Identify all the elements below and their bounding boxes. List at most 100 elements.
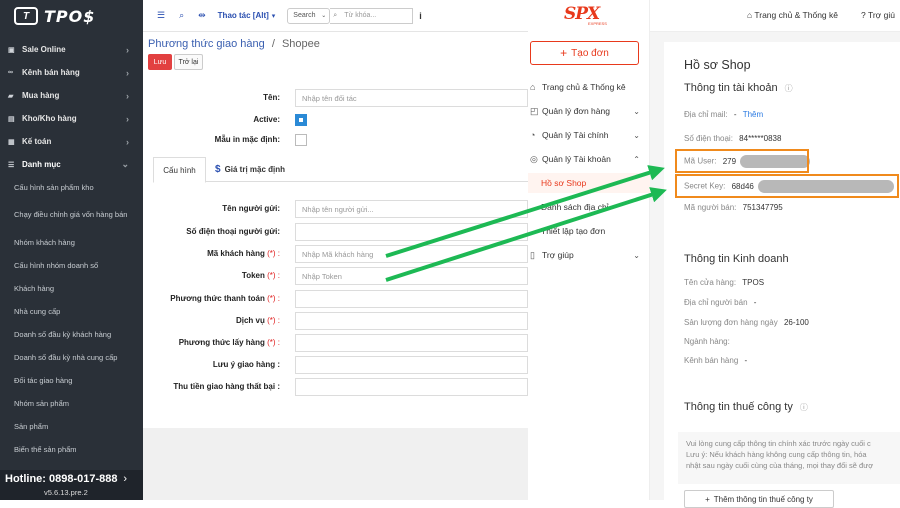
tpos-footer: Hotline: 0898-017-888 › v5.6.13.pre.2 — [0, 470, 143, 500]
back-button[interactable]: Trở lại — [174, 54, 203, 70]
submenu-item[interactable]: Doanh số đầu kỳ nhà cung cấp — [0, 346, 143, 369]
delivery-note-select[interactable] — [295, 356, 528, 374]
customer-code-label: Mã khách hàng (*) : — [207, 245, 280, 263]
customer-code-input[interactable]: Nhập Mã khách hàng — [295, 245, 528, 263]
payment-method-select[interactable] — [295, 290, 528, 308]
home-stats-link[interactable]: ⌂ Trang chủ & Thống kê — [747, 10, 838, 20]
chevron-right-icon[interactable]: › — [123, 473, 127, 485]
business-section-title: Thông tin Kinh doanh — [684, 253, 789, 265]
submenu-item[interactable]: Đối tác giao hàng — [0, 369, 143, 392]
required-mark: (*) : — [267, 271, 280, 280]
search-type-select[interactable]: Search ⌄ — [287, 7, 331, 24]
search-icon[interactable]: ⌕ — [179, 10, 184, 21]
form-row-active: Active: — [143, 111, 528, 129]
info-icon[interactable]: i — [419, 11, 422, 21]
required-mark: (*) : — [267, 294, 280, 303]
submenu-item[interactable]: Cấu hình sản phẩm kho — [0, 176, 143, 199]
tab-default-label: Giá trị mặc định — [224, 165, 286, 174]
menu-item-sales-channel[interactable]: ∞ Kênh bán hàng › — [0, 61, 143, 84]
caret-down-icon[interactable]: ▾ — [272, 12, 276, 20]
sender-name-label: Tên người gửi: — [222, 204, 280, 213]
tab-config[interactable]: Cấu hình — [153, 157, 206, 183]
customer-code-placeholder: Nhập Mã khách hàng — [302, 249, 374, 259]
industry-field: Ngành hàng: — [684, 337, 730, 346]
plus-icon: + — [705, 494, 710, 504]
create-order-button[interactable]: + Tạo đơn — [530, 41, 639, 65]
menu-item-warehouse[interactable]: ▤ Kho/Kho hàng › — [0, 107, 143, 130]
submenu-item[interactable]: Khách hàng — [0, 277, 143, 300]
truck-icon: ▰ — [8, 92, 14, 100]
name-label: Tên: — [263, 93, 280, 102]
nav-order-settings[interactable]: Thiết lập tạo đơn — [528, 221, 650, 241]
submenu-item[interactable]: Chạy điều chỉnh giá vốn hàng bán — [0, 199, 143, 231]
spx-sidebar: SPX EXPRESS + Tạo đơn ⌂ Trang chủ & Thốn… — [528, 0, 650, 500]
active-checkbox[interactable] — [295, 114, 307, 126]
form-row-sender-name: Tên người gửi: Nhập tên người gửi... — [143, 200, 528, 218]
nav-finance-management[interactable]: ◔ Quản lý Tài chính ⌄ — [528, 125, 650, 145]
menu-toggle-icon[interactable]: ☰ — [157, 10, 165, 21]
book-icon: ▯ — [530, 249, 535, 260]
hotline-text[interactable]: Hotline: 0898-017-888 — [5, 473, 118, 485]
failed-fee-label: Thu tiền giao hàng thất bại : — [173, 382, 280, 391]
tab-default-values[interactable]: $ Giá trị mặc định — [215, 157, 285, 182]
menu-item-sale-online[interactable]: ▣ Sale Online › — [0, 38, 143, 61]
help-link[interactable]: ? Trợ giú — [861, 10, 895, 20]
submenu-item[interactable]: Biến thể sản phẩm — [0, 438, 143, 461]
phone-value: 84*****0838 — [739, 134, 782, 143]
channel-field: Kênh bán hàng - — [684, 356, 747, 365]
partner-name-input[interactable]: Nhập tên đối tác — [295, 89, 528, 107]
nav-order-management[interactable]: ◰ Quản lý đơn hàng ⌄ — [528, 101, 650, 121]
pickup-method-select[interactable] — [295, 334, 528, 352]
expand-icon[interactable]: ⇹ — [198, 10, 206, 21]
service-select[interactable] — [295, 312, 528, 330]
submenu-item[interactable]: Nhóm sản phẩm — [0, 392, 143, 415]
menu-item-accounting[interactable]: ▦ Kế toán › — [0, 130, 143, 153]
submenu-item[interactable]: Sản phẩm — [0, 415, 143, 438]
submenu-item[interactable]: Nhóm khách hàng — [0, 231, 143, 254]
form-row-payment: Phương thức thanh toán (*) : — [143, 290, 528, 308]
tpos-logo-text: TPO$ — [44, 6, 96, 26]
tpos-logo[interactable]: T TPO$ — [0, 0, 143, 32]
form-row-token: Token (*) : Nhập Token — [143, 267, 528, 285]
sender-name-input[interactable]: Nhập tên người gửi... — [295, 200, 528, 218]
search-type-value: Search — [293, 12, 316, 19]
channel-label: Kênh bán hàng — [684, 356, 739, 365]
list-icon: ☰ — [8, 161, 15, 169]
required-mark: (*) : — [267, 249, 280, 258]
nav-shop-profile[interactable]: Hồ sơ Shop — [528, 173, 650, 193]
seller-code-value: 751347795 — [742, 203, 783, 212]
menu-item-catalog[interactable]: ☰ Danh mục ⌄ — [0, 153, 143, 176]
keyword-input[interactable]: ⌕ Từ khóa... — [330, 7, 414, 24]
email-label: Địa chỉ mail: — [684, 110, 728, 119]
nav-address-list[interactable]: Danh sách địa chỉ — [528, 197, 650, 217]
daily-volume-label: Sản lượng đơn hàng ngày — [684, 318, 778, 327]
menu-item-purchase[interactable]: ▰ Mua hàng › — [0, 84, 143, 107]
add-email-link[interactable]: Thêm — [743, 110, 763, 119]
box-icon: ▤ — [8, 115, 15, 123]
failed-fee-input[interactable] — [295, 378, 528, 396]
nav-help[interactable]: ▯ Trợ giúp ⌄ — [528, 245, 650, 265]
nav-account-management[interactable]: ◎ Quản lý Tài khoản ⌃ — [528, 149, 650, 169]
sender-phone-input[interactable] — [295, 223, 528, 241]
page-title: Hồ sơ Shop — [684, 58, 751, 72]
tpos-logo-mark: T — [14, 7, 38, 25]
help-circle-icon[interactable]: ⓘ — [800, 403, 808, 412]
pickup-label-text: Phương thức lấy hàng — [178, 338, 265, 347]
nav-label: Trang chủ & Thống kê — [542, 82, 626, 92]
save-button[interactable]: Lưu — [148, 54, 172, 70]
default-print-checkbox[interactable] — [295, 134, 307, 146]
chevron-right-icon: › — [126, 90, 129, 101]
nav-home-stats[interactable]: ⌂ Trang chủ & Thống kê — [528, 77, 650, 97]
submenu-item[interactable]: Cấu hình nhóm doanh số — [0, 254, 143, 277]
submenu-item[interactable]: Nhà cung cấp — [0, 300, 143, 323]
channel-value: - — [744, 356, 748, 365]
breadcrumb-parent[interactable]: Phương thức giao hàng — [148, 38, 265, 50]
spx-topbar: ⌂ Trang chủ & Thống kê ? Trợ giú — [650, 0, 900, 32]
daily-volume-field: Sản lượng đơn hàng ngày 26-100 — [684, 318, 809, 327]
token-input[interactable]: Nhập Token — [295, 267, 528, 285]
help-circle-icon[interactable]: ⓘ — [785, 84, 793, 93]
add-tax-info-button[interactable]: + Thêm thông tin thuế công ty — [684, 490, 834, 508]
action-menu[interactable]: Thao tác [Alt] — [218, 11, 269, 20]
help-link-label: Trợ giú — [867, 10, 895, 20]
submenu-item[interactable]: Doanh số đầu kỳ khách hàng — [0, 323, 143, 346]
